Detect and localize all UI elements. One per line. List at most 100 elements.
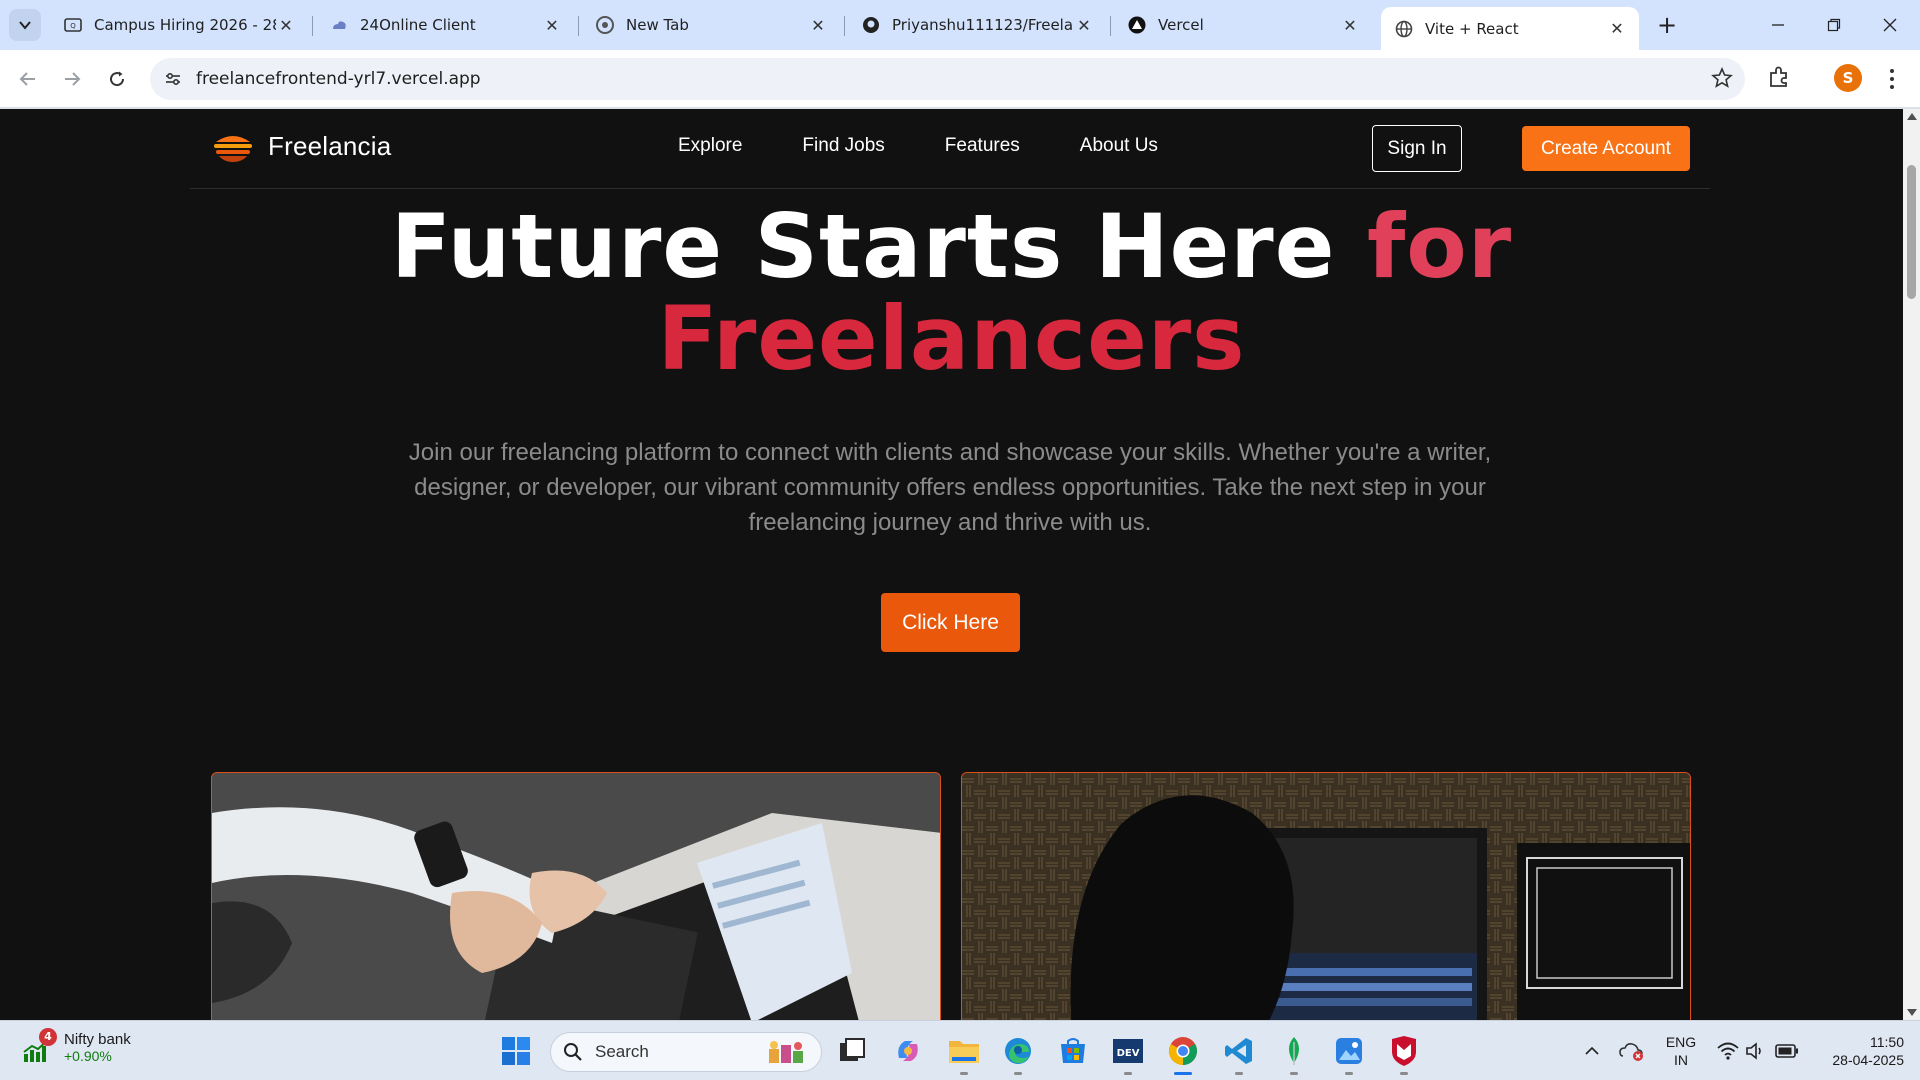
running-indicator [1290,1072,1298,1075]
nav-find-jobs[interactable]: Find Jobs [802,135,884,157]
notification-badge: 4 [39,1027,57,1046]
svg-text:DEV: DEV [1117,1048,1140,1059]
create-account-button[interactable]: Create Account [1522,126,1690,171]
chevron-up-icon [1585,1046,1599,1055]
running-indicator [1400,1072,1408,1075]
region-code: IN [1674,1052,1688,1068]
taskbar-search[interactable]: Search [550,1032,822,1072]
close-icon[interactable]: ✕ [808,15,828,35]
reload-icon [110,71,125,87]
feature-image-typing [211,772,941,1020]
close-icon[interactable]: ✕ [1074,15,1094,35]
tab-github[interactable]: Priyanshu111123/Freelanc ✕ [848,7,1106,43]
running-indicator [1235,1072,1243,1075]
photos-button[interactable] [1331,1033,1367,1075]
nav-explore[interactable]: Explore [678,135,742,157]
primary-nav: Explore Find Jobs Features About Us [678,135,1218,157]
browser-menu-button[interactable] [1880,64,1904,94]
search-label: Search [595,1042,649,1061]
github-icon [862,16,880,34]
start-button[interactable] [498,1033,534,1069]
reload-button[interactable] [101,63,133,95]
mcafee-button[interactable] [1386,1033,1422,1075]
bookmark-star-icon[interactable] [1711,66,1733,93]
language-indicator[interactable]: ENG IN [1664,1033,1698,1069]
running-indicator [1014,1072,1022,1075]
copilot-icon [898,1041,918,1061]
onedrive-status[interactable] [1614,1033,1650,1069]
mongodb-leaf-icon [1289,1037,1299,1065]
store-button[interactable] [1055,1033,1091,1069]
photos-icon [1336,1038,1362,1064]
page-viewport: Freelancia Explore Find Jobs Features Ab… [0,109,1903,1020]
page-scrollbar[interactable] [1903,109,1920,1020]
battery-status[interactable] [1769,1033,1805,1069]
clock[interactable]: 11:50 28-04-2025 [1812,1033,1904,1069]
chevron-down-icon [19,21,31,30]
editing-photo-illustration [962,773,1690,1020]
tab-title: Vercel [1158,16,1204,34]
file-explorer-button[interactable] [946,1033,982,1075]
tab-new-tab[interactable]: New Tab ✕ [582,7,840,43]
plus-icon: + [1656,11,1678,39]
close-icon[interactable]: ✕ [276,15,296,35]
tab-24online[interactable]: 24Online Client ✕ [316,7,574,43]
nav-about-us[interactable]: About Us [1080,135,1158,157]
scroll-down-arrow-icon[interactable] [1907,1009,1917,1016]
search-highlight-icon [769,1041,803,1063]
back-button[interactable] [12,63,44,95]
market-widget[interactable]: 4 Nifty bank +0.90% [22,1027,131,1064]
vscode-button[interactable] [1221,1033,1257,1075]
dev-app-button[interactable]: DEV [1110,1033,1146,1075]
task-view-button[interactable] [834,1033,870,1069]
tab-vercel[interactable]: Vercel ✕ [1114,7,1372,43]
forward-button[interactable] [56,63,88,95]
scroll-up-arrow-icon[interactable] [1907,113,1917,120]
minimize-button[interactable] [1750,0,1806,50]
volume-control[interactable] [1737,1033,1773,1069]
running-indicator-active [1174,1072,1192,1075]
browser-toolbar: freelancefrontend-yrl7.vercel.app S [0,50,1920,108]
sign-in-button[interactable]: Sign In [1372,125,1462,172]
show-hidden-icons-button[interactable] [1574,1033,1610,1069]
widget-title: Nifty bank [64,1031,131,1048]
address-bar[interactable]: freelancefrontend-yrl7.vercel.app [150,58,1745,100]
tab-title: New Tab [626,16,689,34]
arrow-left-icon [19,72,35,86]
feature-image-editing [961,772,1691,1020]
tab-search-button[interactable] [9,9,41,41]
copilot-button[interactable] [890,1033,926,1069]
close-icon[interactable]: ✕ [1340,15,1360,35]
mongodb-button[interactable] [1276,1033,1312,1075]
edge-button[interactable] [1000,1033,1036,1075]
close-window-button[interactable] [1862,0,1918,50]
url-text[interactable]: freelancefrontend-yrl7.vercel.app [196,69,481,89]
restore-button[interactable] [1806,0,1862,50]
close-icon[interactable]: ✕ [542,15,562,35]
tab-title: Vite + React [1425,19,1519,38]
taskbar: 4 Nifty bank +0.90% Search DEV ENG IN 11… [0,1020,1920,1080]
tab-vite-react[interactable]: Vite + React ✕ [1381,7,1639,50]
wifi-icon [1717,1042,1739,1060]
site-info-icon[interactable] [152,58,194,100]
brand[interactable]: Freelancia [212,131,391,162]
clock-time: 11:50 [1870,1034,1904,1050]
cloud-error-icon [1619,1043,1643,1061]
tab-campus-hiring[interactable]: Q Campus Hiring 2026 - 28 A ✕ [50,7,308,43]
scroll-thumb[interactable] [1907,165,1916,299]
new-tab-button[interactable]: + [1652,10,1682,40]
chrome-taskbar-button[interactable] [1165,1033,1201,1075]
running-indicator [1124,1072,1132,1075]
profile-avatar[interactable]: S [1834,64,1862,92]
close-icon[interactable]: ✕ [1607,19,1627,39]
tab-separator [312,16,313,36]
nav-features[interactable]: Features [945,135,1020,157]
hero-title: Future Starts Here for Freelancers [0,201,1903,385]
vercel-icon [1128,16,1146,34]
tab-separator [578,16,579,36]
extensions-icon[interactable] [1766,64,1792,94]
running-indicator [1345,1072,1353,1075]
tab-title: 24Online Client [360,16,476,34]
hero-title-white: Future Starts Here [390,195,1368,298]
click-here-button[interactable]: Click Here [881,593,1020,652]
